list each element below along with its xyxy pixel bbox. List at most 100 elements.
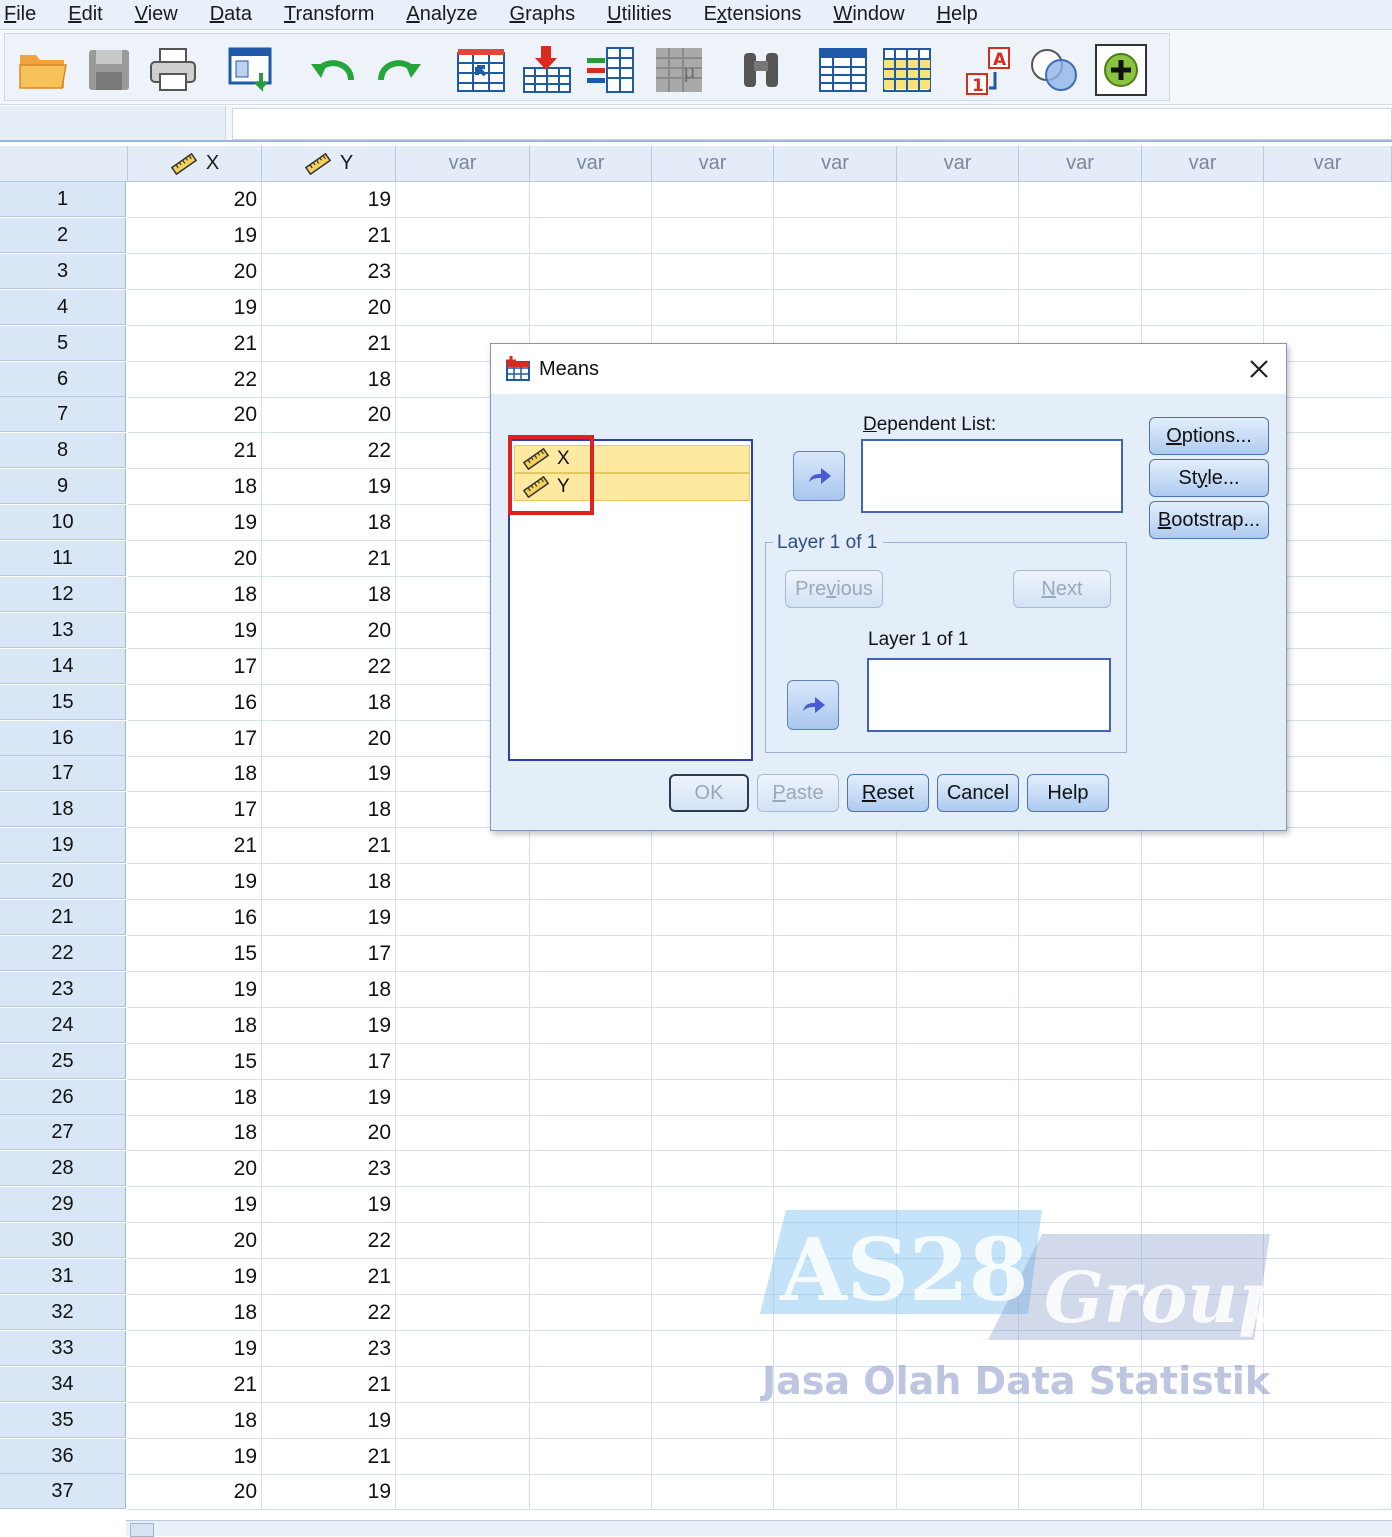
grid-cell[interactable] <box>1019 1187 1142 1223</box>
grid-cell[interactable] <box>1019 1080 1142 1116</box>
row-number[interactable]: 18 <box>0 792 126 827</box>
grid-cell[interactable] <box>774 1187 897 1223</box>
grid-cell[interactable]: 20 <box>128 1474 262 1510</box>
grid-cell[interactable] <box>1264 1439 1392 1475</box>
grid-cell[interactable] <box>1142 1331 1264 1367</box>
grid-cell[interactable]: 18 <box>128 1115 262 1151</box>
grid-cell[interactable] <box>897 1403 1019 1439</box>
grid-cell[interactable] <box>1142 1080 1264 1116</box>
grid-cell[interactable] <box>1264 1080 1392 1116</box>
grid-cell[interactable] <box>1142 828 1264 864</box>
grid-cell[interactable] <box>897 1223 1019 1259</box>
grid-cell[interactable] <box>897 1331 1019 1367</box>
grid-cell[interactable]: 15 <box>128 936 262 972</box>
grid-cell[interactable] <box>1264 1223 1392 1259</box>
grid-cell[interactable]: 19 <box>128 1331 262 1367</box>
menu-item-9[interactable]: Window <box>817 0 920 30</box>
scroll-left-button[interactable] <box>130 1523 154 1537</box>
grid-cell[interactable]: 15 <box>128 1044 262 1080</box>
grid-cell[interactable] <box>774 1474 897 1510</box>
grid-cell[interactable]: 18 <box>262 792 396 828</box>
grid-cell[interactable] <box>1142 1403 1264 1439</box>
grid-cell[interactable] <box>897 864 1019 900</box>
row-number[interactable]: 36 <box>0 1439 126 1474</box>
grid-cell[interactable] <box>897 254 1019 290</box>
reset-button[interactable]: Reset <box>847 774 929 812</box>
grid-cell[interactable] <box>652 1259 774 1295</box>
grid-cell[interactable] <box>396 254 530 290</box>
grid-cell[interactable] <box>530 182 652 218</box>
grid-cell[interactable] <box>530 1403 652 1439</box>
grid-cell[interactable]: 19 <box>128 1259 262 1295</box>
extension-icon[interactable] <box>1095 44 1147 96</box>
grid-cell[interactable]: 21 <box>128 326 262 362</box>
grid-cell[interactable] <box>652 218 774 254</box>
column-header[interactable]: X <box>128 146 262 182</box>
grid-cell[interactable] <box>396 1474 530 1510</box>
grid-cell[interactable] <box>897 182 1019 218</box>
grid-cell[interactable]: 18 <box>128 1008 262 1044</box>
row-number[interactable]: 37 <box>0 1474 126 1509</box>
grid-cell[interactable] <box>774 1044 897 1080</box>
insert-cases-icon[interactable] <box>817 44 869 96</box>
save-icon[interactable] <box>83 44 135 96</box>
row-number[interactable]: 17 <box>0 756 126 791</box>
grid-cell[interactable] <box>1019 828 1142 864</box>
grid-cell[interactable] <box>1142 1044 1264 1080</box>
grid-cell[interactable] <box>1264 1115 1392 1151</box>
grid-cell[interactable] <box>396 1439 530 1475</box>
grid-cell[interactable] <box>1142 1295 1264 1331</box>
grid-cell[interactable]: 21 <box>262 1259 396 1295</box>
grid-cell[interactable] <box>897 1439 1019 1475</box>
grid-cell[interactable] <box>897 936 1019 972</box>
goto-variable-icon[interactable] <box>521 44 573 96</box>
row-number[interactable]: 16 <box>0 721 126 756</box>
grid-cell[interactable]: 18 <box>128 756 262 792</box>
menu-item-10[interactable]: Help <box>921 0 994 30</box>
grid-cell[interactable] <box>1142 254 1264 290</box>
grid-cell[interactable]: 16 <box>128 685 262 721</box>
grid-cell[interactable]: 18 <box>128 1295 262 1331</box>
grid-cell[interactable] <box>396 1151 530 1187</box>
grid-cell[interactable] <box>1019 1295 1142 1331</box>
grid-cell[interactable] <box>1142 972 1264 1008</box>
grid-cell[interactable] <box>897 972 1019 1008</box>
grid-cell[interactable] <box>396 1115 530 1151</box>
grid-cell[interactable] <box>1142 900 1264 936</box>
grid-cell[interactable] <box>1019 1403 1142 1439</box>
grid-cell[interactable] <box>897 1367 1019 1403</box>
grid-cell[interactable] <box>1264 1474 1392 1510</box>
grid-cell[interactable]: 19 <box>262 900 396 936</box>
grid-cell[interactable]: 19 <box>128 613 262 649</box>
grid-cell[interactable] <box>1264 864 1392 900</box>
grid-cell[interactable] <box>530 1223 652 1259</box>
column-header[interactable]: Y <box>262 146 396 182</box>
grid-cell[interactable]: 22 <box>262 1295 396 1331</box>
grid-cell[interactable] <box>774 1223 897 1259</box>
grid-cell[interactable]: 19 <box>262 182 396 218</box>
grid-cell[interactable] <box>530 1439 652 1475</box>
grid-cell[interactable]: 19 <box>262 1008 396 1044</box>
grid-cell[interactable] <box>396 218 530 254</box>
grid-cell[interactable] <box>1142 1115 1264 1151</box>
grid-cell[interactable] <box>897 900 1019 936</box>
grid-cell[interactable] <box>396 1367 530 1403</box>
grid-cell[interactable]: 21 <box>262 1439 396 1475</box>
grid-cell[interactable] <box>1019 1008 1142 1044</box>
row-number[interactable]: 24 <box>0 1008 126 1043</box>
grid-cell[interactable] <box>530 972 652 1008</box>
grid-cell[interactable] <box>897 1008 1019 1044</box>
grid-cell[interactable]: 17 <box>128 721 262 757</box>
grid-cell[interactable] <box>652 1331 774 1367</box>
row-number[interactable]: 15 <box>0 685 126 720</box>
row-number[interactable]: 10 <box>0 505 126 540</box>
grid-cell[interactable] <box>530 1331 652 1367</box>
grid-cell[interactable] <box>1142 1474 1264 1510</box>
grid-cell[interactable] <box>652 1439 774 1475</box>
grid-cell[interactable] <box>1019 972 1142 1008</box>
grid-cell[interactable]: 20 <box>128 254 262 290</box>
grid-cell[interactable] <box>652 254 774 290</box>
grid-cell[interactable] <box>774 864 897 900</box>
grid-cell[interactable]: 19 <box>128 864 262 900</box>
move-to-dependent-button[interactable] <box>793 451 845 501</box>
